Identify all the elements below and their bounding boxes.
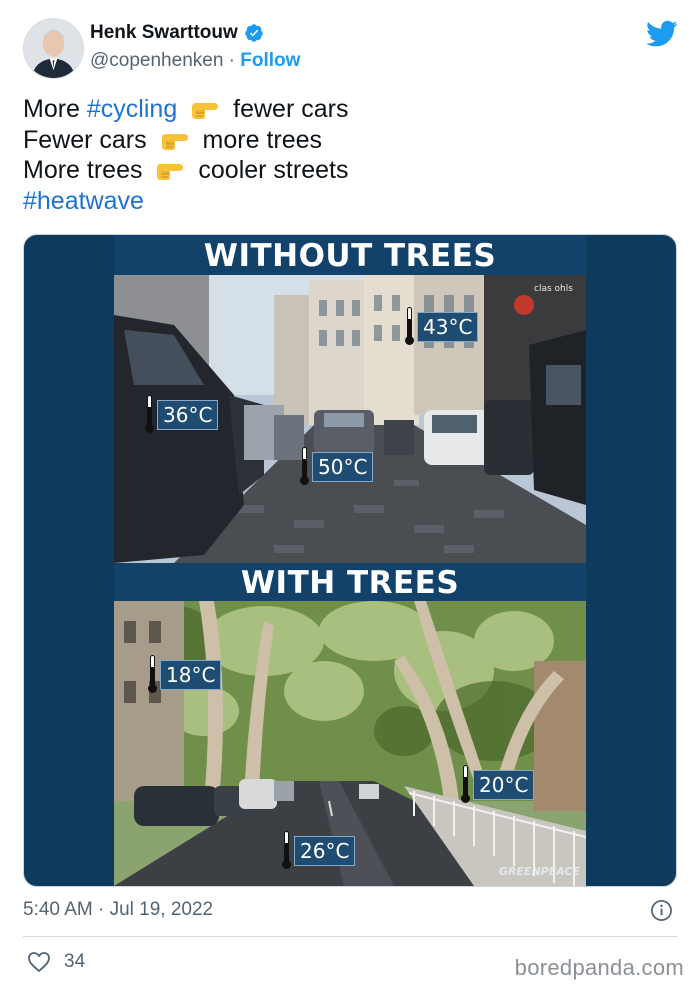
temp-value: 26°C (294, 836, 356, 866)
tweet-line-3: More trees cooler streets (23, 155, 348, 186)
tweet-line-3-end: cooler streets (198, 156, 349, 184)
author-handle-row: @copenhenken · Follow (90, 50, 300, 72)
temp-label-20: 20°C (461, 765, 535, 805)
tweet-timestamp[interactable]: 5:40 AM · Jul 19, 2022 (23, 899, 213, 921)
thermometer-icon (405, 307, 414, 347)
temp-label-43: 43°C (405, 307, 479, 347)
source-site-watermark: boredpanda.com (514, 955, 684, 980)
footer-divider (23, 936, 677, 937)
handle-separator: · (228, 50, 235, 71)
without-trees-title: WITHOUT TREES (114, 235, 586, 275)
tweet-line-2: Fewer cars more trees (23, 125, 348, 156)
tweet-line-1-end: fewer cars (233, 95, 349, 123)
with-trees-title: WITH TREES (114, 563, 586, 601)
pointing-right-emoji-icon (161, 133, 188, 150)
temp-value: 50°C (312, 452, 374, 482)
author-name-row: Henk Swarttouw (90, 22, 264, 44)
thermometer-icon (148, 655, 157, 695)
temp-label-36: 36°C (145, 395, 219, 435)
tweet-text: More #cycling fewer cars Fewer cars more… (23, 94, 348, 216)
temp-value: 43°C (417, 312, 479, 342)
verified-badge-icon (245, 24, 263, 42)
author-name[interactable]: Henk Swarttouw (90, 22, 238, 44)
author-avatar[interactable] (23, 18, 84, 79)
temp-value: 36°C (157, 400, 219, 430)
hashtag-cycling-link[interactable]: #cycling (87, 95, 177, 123)
thermometer-icon (282, 831, 291, 871)
heart-like-icon[interactable] (27, 951, 51, 973)
tweet-line-1-start: More (23, 95, 87, 123)
temp-label-18: 18°C (148, 655, 222, 695)
temp-label-26: 26°C (282, 831, 356, 871)
tweet-line-2-start: Fewer cars (23, 125, 147, 154)
tweet-line-2-end: more trees (202, 125, 323, 154)
hashtag-heatwave-link[interactable]: #heatwave (23, 186, 348, 217)
storefront-sign: clas ohls (534, 284, 573, 294)
tweet-line-1: More #cycling fewer cars (23, 94, 348, 125)
pointing-right-emoji-icon (192, 103, 219, 119)
info-icon[interactable] (650, 899, 673, 922)
thermometer-icon (300, 447, 309, 487)
temp-label-50: 50°C (300, 447, 374, 487)
tweet-line-3-start: More trees (23, 156, 143, 184)
temp-value: 20°C (473, 770, 535, 800)
tweet-media-image[interactable]: WITHOUT TREES clas ohls WITH TREES 43°C … (23, 234, 677, 887)
thermometer-icon (145, 395, 154, 435)
follow-button[interactable]: Follow (240, 50, 300, 71)
author-handle[interactable]: @copenhenken (90, 50, 223, 71)
like-count: 34 (64, 951, 86, 972)
twitter-bird-icon[interactable] (646, 20, 678, 48)
pointing-right-emoji-icon (157, 164, 184, 180)
temp-value: 18°C (160, 660, 222, 690)
thermometer-icon (461, 765, 470, 805)
greenpeace-watermark: GREENPEACE (498, 865, 580, 878)
avatar-photo (24, 19, 83, 78)
